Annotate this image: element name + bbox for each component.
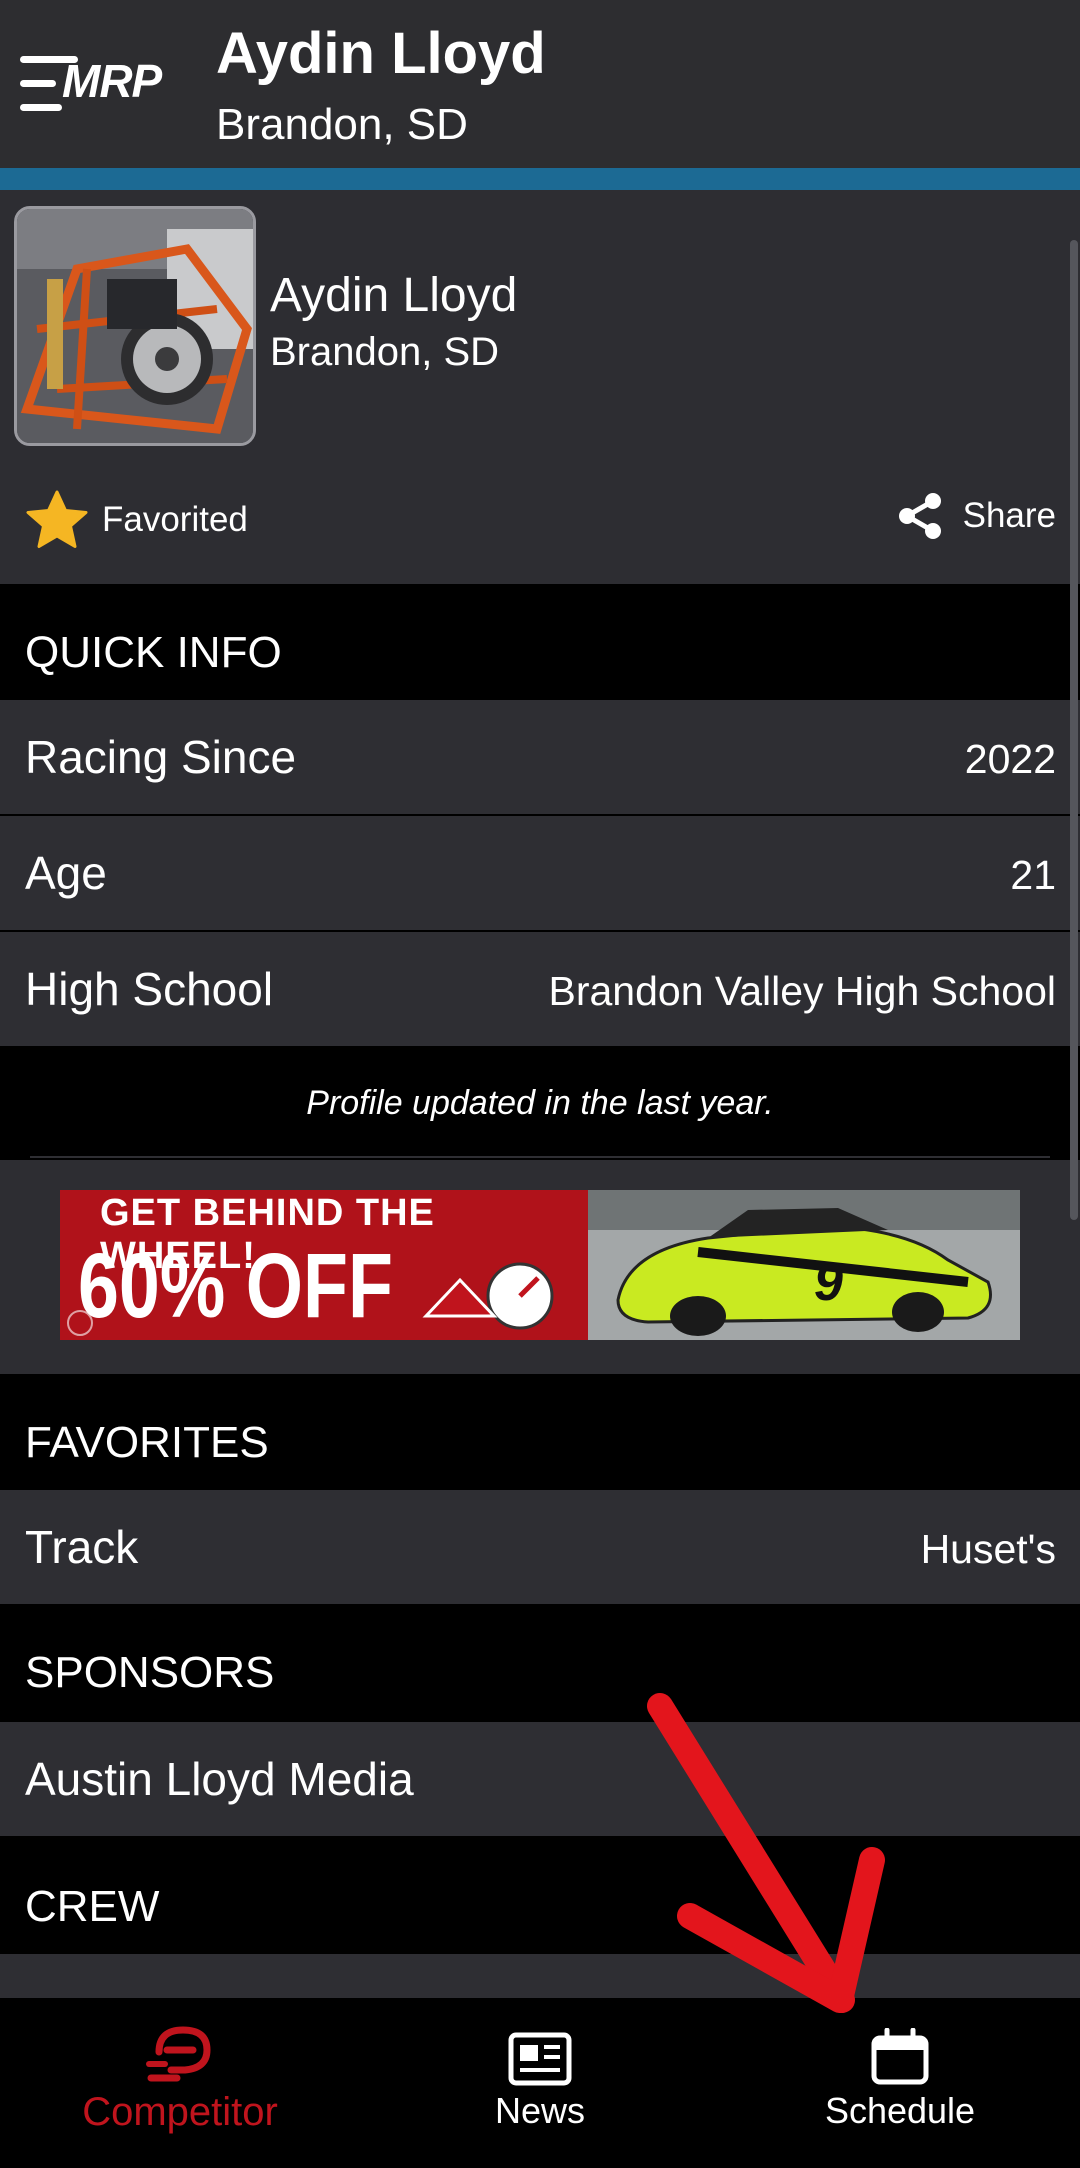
ad-choices-icon[interactable] (64, 1308, 98, 1338)
menu-logo-button[interactable]: MRP (20, 52, 162, 116)
nav-label: Schedule (824, 2090, 976, 2131)
page-subtitle: Brandon, SD (216, 100, 468, 149)
sponsor-row: Austin Lloyd Media (0, 1722, 1080, 1836)
racing-logo-icon (422, 1262, 554, 1330)
note-divider (30, 1156, 1050, 1158)
ad-car-panel: 9 (588, 1190, 1020, 1340)
row-label: Austin Lloyd Media (25, 1753, 414, 1805)
crew-heading: CREW (25, 1882, 160, 1931)
nav-label: Competitor (82, 2090, 278, 2134)
updated-note-text: Profile updated in the last year. (306, 1084, 774, 1122)
share-icon (898, 493, 941, 539)
crew-row-partial (0, 1954, 1080, 1998)
profile-updated-note: Profile updated in the last year. (0, 1048, 1080, 1160)
info-row-high-school: High School Brandon Valley High School (0, 932, 1080, 1046)
scrollbar[interactable] (1070, 240, 1078, 1220)
nav-tab-news[interactable]: News (400, 1998, 680, 2168)
profile-photo[interactable] (14, 206, 256, 446)
nav-tab-competitor[interactable]: Competitor (40, 1998, 320, 2168)
row-label: Track (25, 1521, 139, 1573)
share-button[interactable]: Share (897, 492, 1056, 540)
race-car-image: 9 (588, 1190, 1020, 1340)
competitor-location: Brandon, SD (270, 330, 500, 374)
competitor-icon (146, 2026, 211, 2082)
logo-text: MRP (62, 55, 162, 107)
quick-info-heading: QUICK INFO (25, 628, 282, 677)
share-label: Share (962, 496, 1056, 535)
competitor-name: Aydin Lloyd (270, 269, 518, 322)
ad-text-panel: GET BEHIND THE WHEEL! 60% OFF (60, 1190, 588, 1340)
row-label: High School (25, 963, 274, 1015)
row-value: Huset's (920, 1526, 1056, 1572)
ad-container: GET BEHIND THE WHEEL! 60% OFF 9 (0, 1160, 1080, 1374)
info-row-racing-since: Racing Since 2022 (0, 700, 1080, 814)
nav-label: News (494, 2090, 586, 2131)
ad-discount: 60% OFF (78, 1235, 393, 1337)
favorite-label: Favorited (102, 500, 248, 539)
favorites-header: FAVORITES (0, 1374, 1080, 1490)
favorites-heading: FAVORITES (25, 1418, 269, 1467)
app-header: MRP Aydin Lloyd Brandon, SD (0, 0, 1080, 168)
quick-info-header: QUICK INFO (0, 584, 1080, 700)
row-value: Brandon Valley High School (548, 968, 1057, 1014)
row-label: Age (25, 847, 107, 899)
star-icon (26, 490, 88, 548)
nav-tab-schedule[interactable]: Schedule (760, 1998, 1040, 2168)
newspaper-icon (508, 2032, 572, 2086)
info-row-age: Age 21 (0, 816, 1080, 930)
calendar-icon (871, 2028, 929, 2085)
bottom-nav: Competitor News Schedule (0, 1998, 1080, 2168)
car-number: 9 (814, 1254, 843, 1312)
ad-banner[interactable]: GET BEHIND THE WHEEL! 60% OFF 9 (60, 1190, 1020, 1340)
favorite-row-track: Track Huset's (0, 1490, 1080, 1604)
crew-header: CREW (0, 1836, 1080, 1954)
row-label: Racing Since (25, 731, 297, 783)
sponsors-heading: SPONSORS (25, 1648, 275, 1697)
row-value: 2022 (964, 736, 1056, 782)
row-value: 21 (1010, 852, 1056, 898)
menu-icon-bar (20, 80, 56, 87)
profile-card: Aydin Lloyd Brandon, SD Favorited Share (0, 190, 1080, 584)
sponsors-header: SPONSORS (0, 1604, 1080, 1722)
favorite-button[interactable]: Favorited (26, 490, 248, 550)
menu-icon-bar (20, 104, 62, 111)
accent-bar (0, 168, 1080, 190)
race-car-chassis-image (17, 209, 253, 443)
page-title: Aydin Lloyd (216, 21, 546, 86)
